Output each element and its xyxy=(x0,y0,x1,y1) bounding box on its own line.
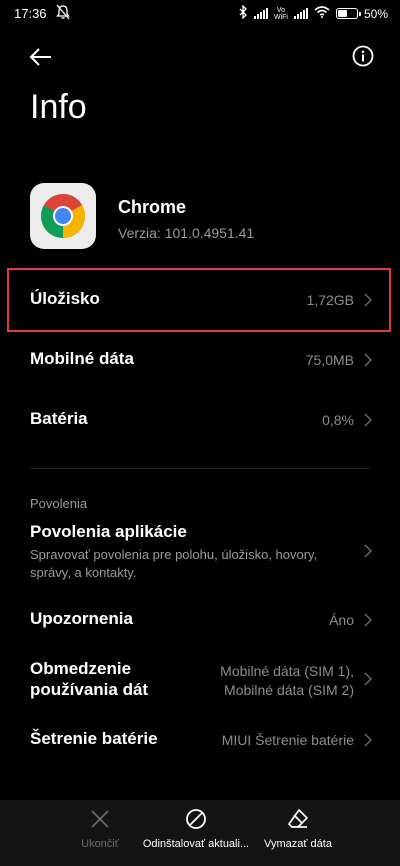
mobile-data-label: Mobilné dáta xyxy=(30,349,134,368)
force-stop-label: Ukončiť xyxy=(81,838,119,850)
chrome-app-icon xyxy=(30,183,96,249)
chevron-right-icon xyxy=(364,544,372,558)
chevron-right-icon xyxy=(364,613,372,627)
battery-saver-row[interactable]: Šetrenie batérie MIUI Šetrenie batérie xyxy=(0,712,400,768)
app-permissions-description: Spravovať povolenia pre polohu, úložisko… xyxy=(30,547,318,580)
signal-icon-sim2 xyxy=(293,8,308,19)
clear-data-button[interactable]: Vymazať dáta xyxy=(256,808,340,850)
notifications-value: Áno xyxy=(329,612,354,628)
section-header-permissions: Povolenia xyxy=(30,496,88,511)
app-permissions-row[interactable]: Povolenia aplikácie Spravovať povolenia … xyxy=(0,516,400,586)
bluetooth-icon xyxy=(239,4,248,22)
data-usage-restriction-row[interactable]: Obmedzenie používania dát Mobilné dáta (… xyxy=(0,652,400,712)
battery-label: Batéria xyxy=(30,409,88,428)
highlight-box xyxy=(7,268,391,332)
chevron-right-icon xyxy=(364,733,372,747)
status-bar: 17:36 Vo WiFi 50% xyxy=(0,0,400,28)
data-usage-restriction-label: Obmedzenie používania dát xyxy=(30,659,149,699)
mobile-data-value: 75,0MB xyxy=(305,352,354,368)
app-name: Chrome xyxy=(118,197,187,217)
data-usage-restriction-value: Mobilné dáta (SIM 1), Mobilné dáta (SIM … xyxy=(220,663,354,698)
wifi-icon xyxy=(314,6,330,21)
close-icon xyxy=(91,810,109,828)
notifications-label: Upozornenia xyxy=(30,609,133,628)
app-version: Verzia: 101.0.4951.41 xyxy=(118,225,255,241)
top-bar xyxy=(0,36,400,80)
section-divider xyxy=(30,468,370,469)
bottom-action-bar: Ukončiť Odinštalovať aktuali... Vymazať … xyxy=(0,800,400,866)
battery-icon xyxy=(335,8,361,19)
info-icon[interactable] xyxy=(352,45,374,67)
battery-value: 0,8% xyxy=(322,412,354,428)
chevron-right-icon xyxy=(364,413,372,427)
chevron-right-icon xyxy=(364,672,372,686)
app-header: Chrome Verzia: 101.0.4951.41 xyxy=(30,183,370,251)
status-icons: Vo WiFi 50% xyxy=(239,4,388,22)
eraser-icon xyxy=(288,809,308,828)
app-permissions-label: Povolenia aplikácie xyxy=(30,522,187,541)
chevron-right-icon xyxy=(364,353,372,367)
mobile-data-row[interactable]: Mobilné dáta 75,0MB xyxy=(0,332,400,388)
notifications-row[interactable]: Upozornenia Áno xyxy=(0,592,400,648)
signal-icon-sim1 xyxy=(253,8,268,19)
battery-saver-value: MIUI Šetrenie batérie xyxy=(221,732,354,748)
battery-percent: 50% xyxy=(363,6,388,21)
page-title: Info xyxy=(30,88,87,126)
battery-saver-label: Šetrenie batérie xyxy=(30,729,158,748)
vowifi-indicator: Vo WiFi xyxy=(273,6,288,21)
block-icon xyxy=(186,809,206,829)
uninstall-updates-button[interactable]: Odinštalovať aktuali... xyxy=(136,808,256,850)
uninstall-updates-label: Odinštalovať aktuali... xyxy=(142,838,250,850)
status-time: 17:36 xyxy=(14,6,47,21)
clear-data-label: Vymazať dáta xyxy=(264,838,332,850)
force-stop-button[interactable]: Ukončiť xyxy=(60,808,140,850)
back-arrow-icon[interactable] xyxy=(28,44,54,70)
battery-row[interactable]: Batéria 0,8% xyxy=(0,392,400,448)
mute-icon xyxy=(56,4,70,23)
